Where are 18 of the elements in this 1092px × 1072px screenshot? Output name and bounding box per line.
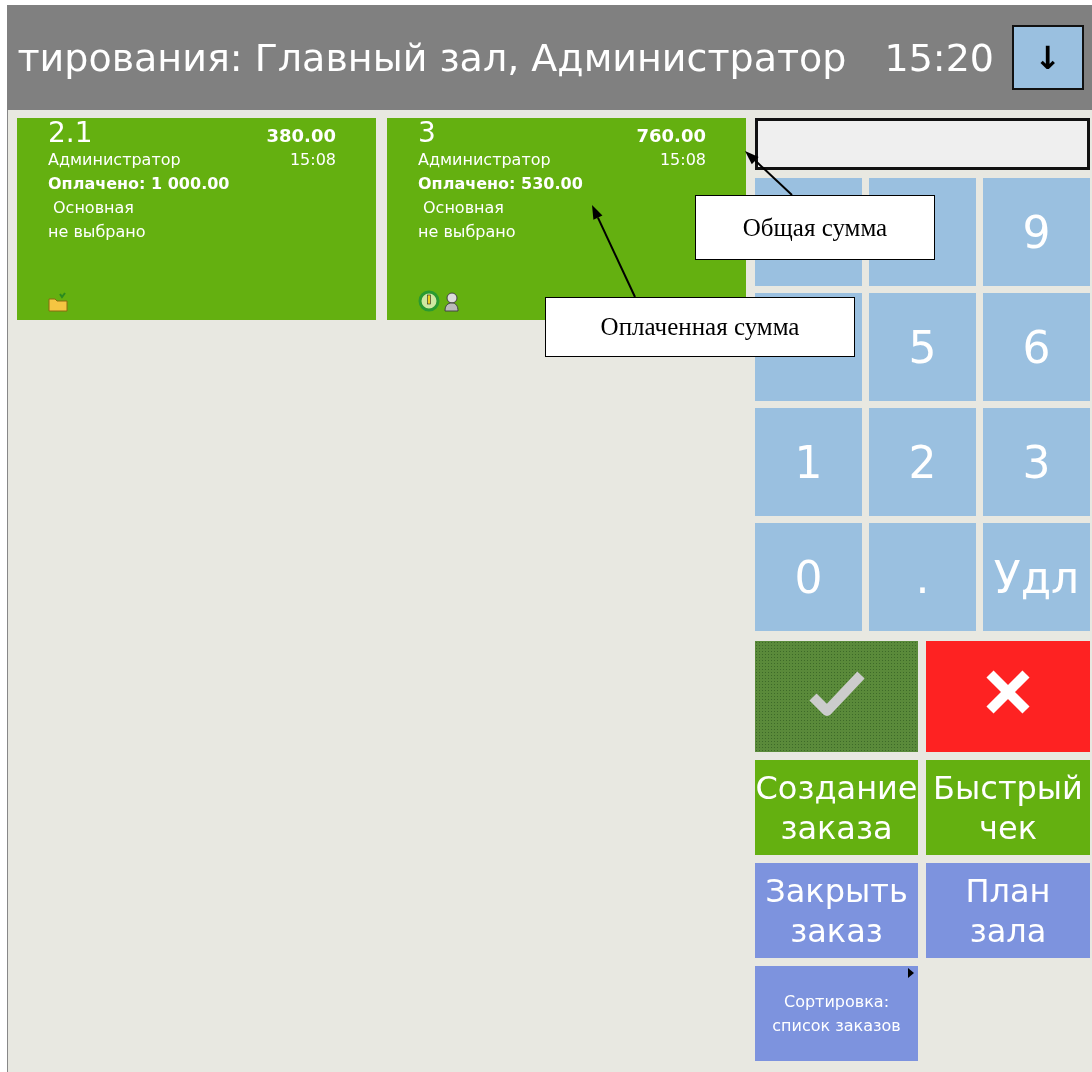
waiter-name: Администратор: [418, 149, 551, 171]
hall-name: Основная: [52, 197, 135, 219]
order-number: 2.1: [48, 118, 93, 148]
waiter-name: Администратор: [48, 149, 181, 171]
order-time: 15:08: [659, 149, 706, 171]
order-time: 15:08: [289, 149, 336, 171]
paid-amount: Оплачено: 530.00: [418, 173, 584, 195]
order-total: 380.00: [266, 124, 336, 148]
order-number: 3: [418, 118, 436, 148]
clock: 15:20: [884, 35, 994, 80]
paid-amount: Оплачено: 1 000.00: [48, 173, 231, 195]
callout-tooltip: Общая сумма: [695, 195, 935, 260]
callout-tooltip: Оплаченная сумма: [545, 297, 855, 357]
window-title: тирования: Главный зал, Администратор: [17, 35, 847, 80]
table-name: не выбрано: [48, 221, 147, 243]
order-total: 760.00: [636, 124, 706, 148]
hall-name: Основная: [422, 197, 505, 219]
table-name: не выбрано: [418, 221, 517, 243]
